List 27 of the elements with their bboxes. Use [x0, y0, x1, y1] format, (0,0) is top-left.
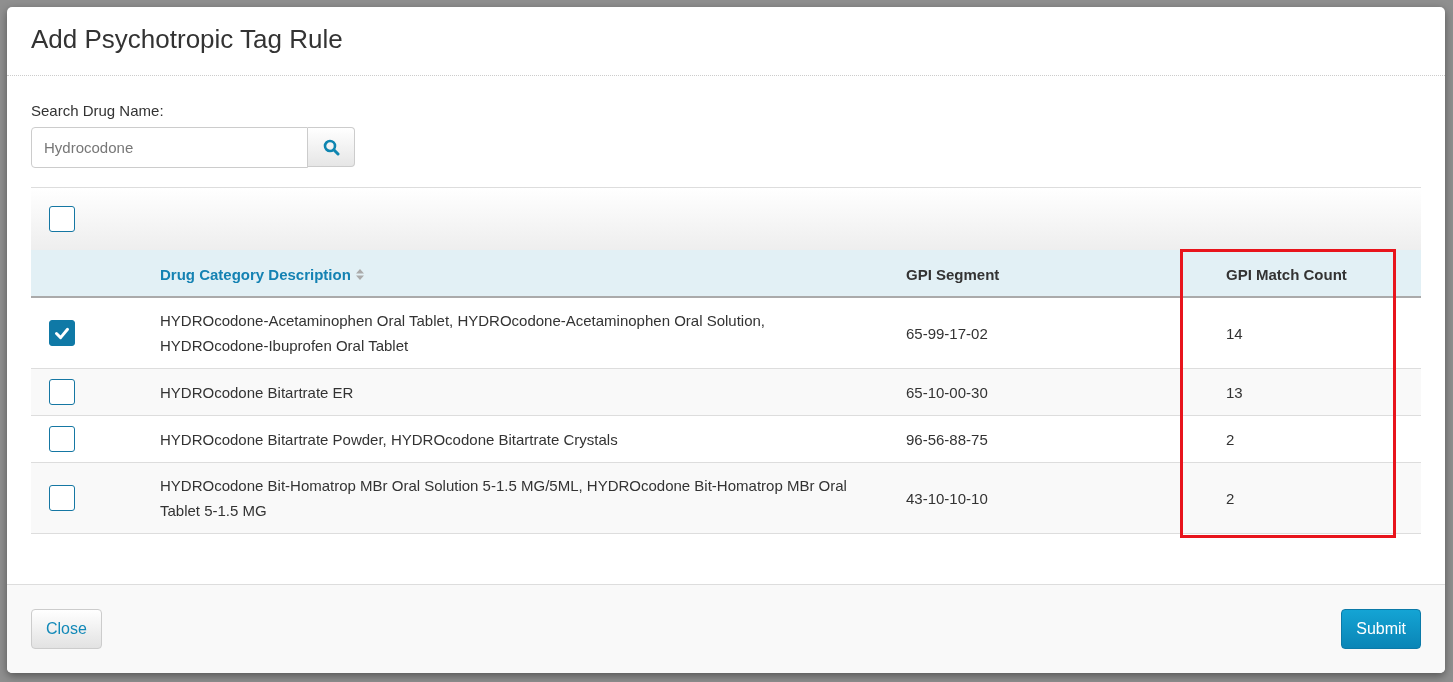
dialog-title: Add Psychotropic Tag Rule — [31, 24, 343, 55]
search-button[interactable] — [308, 127, 355, 167]
table-cell-text: 96-56-88-75 — [906, 429, 988, 450]
table-cell-text: 13 — [1226, 382, 1243, 403]
checkbox[interactable] — [49, 426, 75, 452]
table-cell-text: 14 — [1226, 323, 1243, 344]
checkbox[interactable] — [49, 485, 75, 511]
table-cell-text: HYDROcodone Bitartrate Powder, HYDROcodone Bitartrate Crystals — [160, 429, 618, 450]
table-cell-text: HYDROcodone-Acetaminophen Oral Tablet, HYDROcodone-Acetaminophen Oral Solution, HYDROcodone-Ibuprofen Oral Tablet — [160, 311, 767, 356]
search-label: Search Drug Name: — [31, 102, 165, 119]
search-icon — [322, 138, 340, 156]
submit-button[interactable]: Submit — [1341, 609, 1421, 649]
search-field[interactable]: Hydrocodone — [31, 127, 308, 168]
table-cell-text: HYDROcodone Bitartrate ER — [160, 382, 354, 403]
table-cell-text: 43-10-10-10 — [906, 488, 988, 509]
table-cell-text: 65-99-17-02 — [906, 323, 988, 344]
checkbox[interactable] — [49, 320, 75, 346]
table-cell-text: HYDROcodone Bit-Homatrop MBr Oral Solution 5-1.5 MG/5ML, HYDROcodone Bit-Homatrop MBr Oral Tablet 5-1.5 MG — [160, 476, 848, 521]
table-cell-text: 2 — [1226, 488, 1235, 509]
column-header-link[interactable]: Drug Category Description — [160, 265, 351, 283]
table-cell-text: 65-10-00-30 — [906, 382, 988, 403]
column-header: GPI Segment — [906, 265, 1000, 283]
column-header: GPI Match Count — [1226, 265, 1347, 283]
checkbox[interactable] — [49, 379, 75, 405]
checkbox[interactable] — [49, 206, 75, 232]
close-button[interactable]: Close — [31, 609, 102, 649]
table-cell-text: 2 — [1226, 429, 1235, 450]
